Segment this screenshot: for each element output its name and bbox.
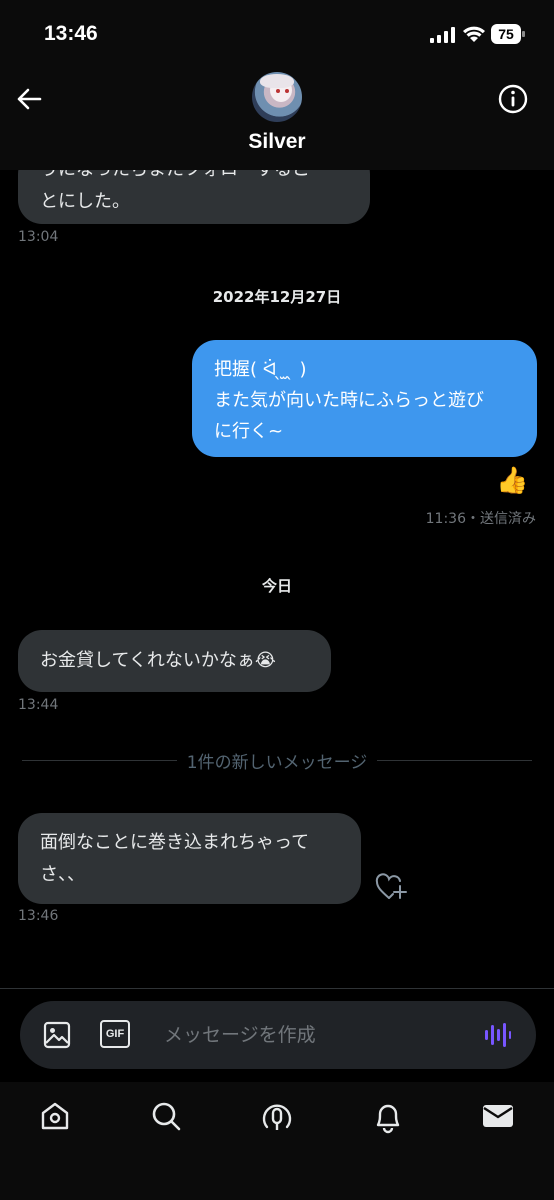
gif-button[interactable]: GIF [100, 1020, 130, 1048]
info-icon[interactable] [496, 82, 530, 116]
message-text-line: 把握( ᐛ ̖ ̫ ̖ ) [214, 359, 307, 380]
message-text-line: お金貸してくれないかなぁ😭 [40, 650, 276, 671]
wifi-icon [463, 26, 485, 42]
messages-icon[interactable] [482, 1102, 514, 1130]
back-arrow-icon[interactable] [12, 82, 46, 116]
message-timestamp: 13:44 [18, 697, 59, 713]
gif-label: GIF [105, 1028, 125, 1040]
message-timestamp: 13:04 [18, 229, 59, 245]
conversation-name[interactable]: Silver [0, 130, 554, 154]
status-time: 13:46 [44, 22, 98, 45]
message-text-line: に行く~ [214, 421, 284, 442]
notifications-icon[interactable] [372, 1100, 404, 1134]
message-text-line: さ、、 [40, 864, 85, 885]
message-timestamp: 13:46 [18, 908, 59, 924]
date-separator: 2022年12月27日 [212, 288, 342, 306]
cellular-signal-icon [430, 27, 455, 43]
image-icon[interactable] [42, 1020, 72, 1050]
new-messages-label: 1件の新しいメッセージ [176, 753, 378, 773]
avatar[interactable] [252, 72, 302, 122]
message-bubble-incoming[interactable]: お金貸してくれないかなぁ😭 [18, 630, 331, 692]
composer-divider [0, 988, 554, 989]
new-messages-divider: 1件の新しいメッセージ [0, 748, 554, 773]
message-text-line: また気が向いた時にふらっと遊び [214, 390, 484, 411]
battery-indicator: 75 [491, 24, 527, 44]
search-icon[interactable] [150, 1100, 182, 1132]
spaces-icon[interactable] [260, 1100, 294, 1134]
battery-level: 75 [498, 26, 514, 42]
date-separator: 今日 [261, 577, 292, 595]
message-input[interactable]: メッセージを作成 [164, 1020, 316, 1047]
message-bubble-incoming[interactable]: 面倒なことに巻き込まれちゃって さ、、 [18, 813, 361, 904]
message-timestamp: 11:36・送信済み [425, 511, 536, 527]
add-reaction-heart-icon[interactable] [375, 872, 407, 902]
message-text-line: とにした。 [40, 191, 130, 212]
message-text-line: 面倒なことに巻き込まれちゃって [40, 832, 310, 853]
home-icon[interactable] [39, 1100, 71, 1132]
voice-message-icon[interactable] [482, 1020, 512, 1050]
message-bubble-outgoing[interactable]: 把握( ᐛ ̖ ̫ ̖ ) また気が向いた時にふらっと遊び に行く~ [192, 340, 537, 457]
reaction-thumbs-up[interactable]: 👍 [496, 465, 528, 497]
